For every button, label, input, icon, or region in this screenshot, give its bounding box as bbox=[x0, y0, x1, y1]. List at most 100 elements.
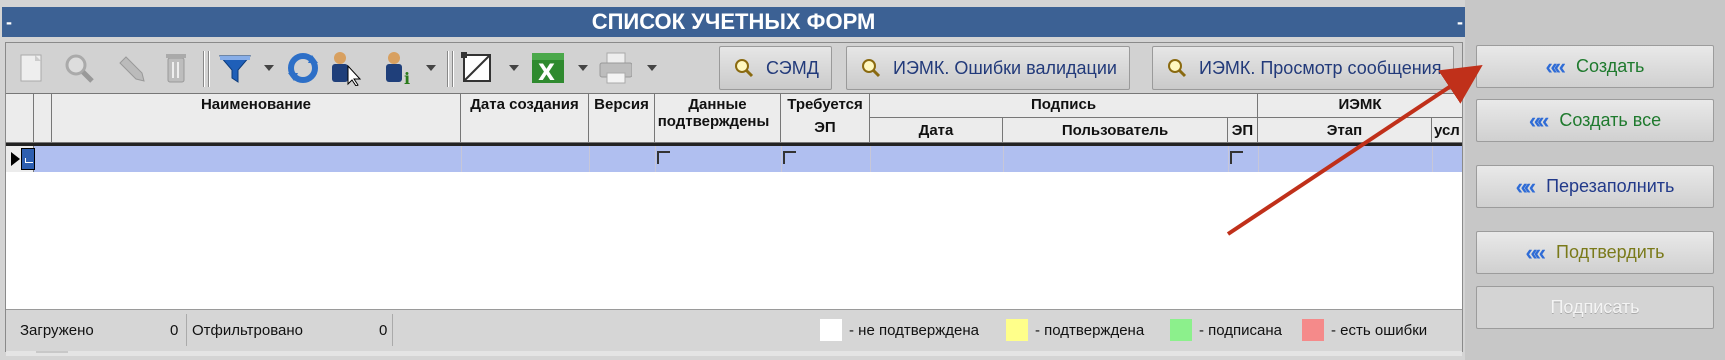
app-root: - СПИСОК УЧЕТНЫХ ФОРМ - i X СЭМД ИЭМК. О… bbox=[0, 0, 1725, 360]
page-title: СПИСОК УЧЕТНЫХ ФОРМ bbox=[591, 9, 876, 34]
frame-icon[interactable] bbox=[460, 51, 494, 85]
new-doc-icon[interactable] bbox=[14, 51, 48, 85]
row-indicator[interactable] bbox=[6, 146, 35, 172]
svg-text:X: X bbox=[538, 61, 555, 85]
status-separator bbox=[392, 314, 393, 346]
excel-icon[interactable]: X bbox=[530, 51, 564, 85]
legend-label-signed: - подписана bbox=[1199, 322, 1283, 339]
cell-divider bbox=[781, 146, 782, 172]
trash-icon[interactable] bbox=[159, 51, 193, 85]
validation-errors-button[interactable]: ИЭМК. Ошибки валидации bbox=[846, 46, 1130, 90]
view-message-button[interactable]: ИЭМК. Просмотр сообщения bbox=[1152, 46, 1455, 90]
double-chevron-left-icon: «« bbox=[1528, 107, 1550, 133]
col-header-iemk-stage[interactable]: Этап bbox=[1258, 118, 1432, 143]
forms-frame: i X СЭМД ИЭМК. Ошибки валидации ИЭМК. Пр… bbox=[5, 42, 1463, 356]
view-message-label: ИЭМК. Просмотр сообщения bbox=[1199, 57, 1442, 78]
cell-divider bbox=[1432, 146, 1433, 172]
cell-divider bbox=[1228, 146, 1229, 172]
col-header-version[interactable]: Версия bbox=[589, 94, 655, 143]
cell-divider bbox=[1258, 146, 1259, 172]
sign-button[interactable]: Подписать bbox=[1476, 286, 1714, 329]
create-all-button[interactable]: «« Создать все bbox=[1476, 99, 1714, 142]
title-dash-right: - bbox=[1457, 12, 1463, 32]
confirm-button-label: Подтвердить bbox=[1556, 242, 1665, 262]
create-button-label: Создать bbox=[1576, 56, 1645, 76]
pencil-icon[interactable] bbox=[114, 51, 148, 85]
printer-dropdown-icon[interactable] bbox=[647, 65, 657, 71]
confirm-button[interactable]: «« Подтвердить bbox=[1476, 231, 1714, 274]
toolbar-separator bbox=[447, 51, 449, 87]
excel-dropdown-icon[interactable] bbox=[578, 65, 588, 71]
user-info-dropdown-icon[interactable] bbox=[426, 65, 436, 71]
cell-divider bbox=[655, 146, 656, 172]
select-column-header[interactable] bbox=[34, 94, 52, 143]
refresh-icon[interactable] bbox=[286, 51, 320, 85]
col-header-requires-line2: ЭП bbox=[814, 119, 836, 136]
loaded-label: Загружено bbox=[20, 322, 94, 339]
col-header-iemk-more[interactable]: усл bbox=[1432, 118, 1462, 143]
cell-divider bbox=[1003, 146, 1004, 172]
requires-ep-checkbox[interactable] bbox=[783, 151, 796, 164]
toolbar: i X СЭМД ИЭМК. Ошибки валидации ИЭМК. Пр… bbox=[6, 43, 1462, 93]
filter-icon[interactable] bbox=[218, 51, 252, 85]
col-header-requires-line1: Требуется bbox=[787, 96, 863, 113]
user-info-icon[interactable]: i bbox=[381, 51, 415, 86]
search-icon bbox=[1168, 59, 1187, 78]
col-header-confirmed-line1: Данные bbox=[688, 96, 747, 113]
legend-label-unconfirmed: - не подтверждена bbox=[849, 322, 979, 339]
create-button[interactable]: «« Создать bbox=[1476, 45, 1714, 88]
col-group-signature: Подпись bbox=[870, 94, 1258, 118]
legend-swatch-signed bbox=[1170, 319, 1192, 341]
toolbar-separator bbox=[208, 51, 210, 87]
cell-divider bbox=[870, 146, 871, 172]
title-dash-left: - bbox=[6, 12, 12, 32]
col-header-sig-ep[interactable]: ЭП bbox=[1228, 118, 1258, 143]
legend-swatch-confirmed bbox=[1006, 319, 1028, 341]
sig-ep-checkbox[interactable] bbox=[1230, 151, 1243, 164]
double-chevron-left-icon: «« bbox=[1515, 173, 1537, 199]
col-header-confirmed[interactable]: Данные подтверждены bbox=[655, 94, 781, 143]
col-header-sig-date[interactable]: Дата bbox=[870, 118, 1003, 143]
svg-text:i: i bbox=[404, 69, 410, 86]
create-all-button-label: Создать все bbox=[1559, 110, 1662, 130]
col-header-sig-user[interactable]: Пользователь bbox=[1003, 118, 1228, 143]
forms-table: Наименование Дата создания Версия Данные… bbox=[6, 93, 1462, 356]
refill-button-label: Перезаполнить bbox=[1546, 176, 1675, 196]
toolbar-separator bbox=[203, 51, 205, 87]
validation-errors-label: ИЭМК. Ошибки валидации bbox=[893, 57, 1117, 78]
filtered-value: 0 bbox=[379, 322, 388, 339]
confirmed-checkbox[interactable] bbox=[657, 151, 670, 164]
refill-button[interactable]: «« Перезаполнить bbox=[1476, 165, 1714, 208]
double-chevron-left-icon: «« bbox=[1525, 239, 1547, 265]
user-cursor-icon[interactable] bbox=[328, 51, 362, 86]
col-header-created[interactable]: Дата создания bbox=[461, 94, 589, 143]
semd-button-label: СЭМД bbox=[766, 57, 819, 78]
search-icon bbox=[735, 59, 754, 78]
status-separator bbox=[186, 314, 187, 346]
filter-dropdown-icon[interactable] bbox=[264, 65, 274, 71]
legend-label-errors: - есть ошибки bbox=[1331, 322, 1428, 339]
frame-dropdown-icon[interactable] bbox=[509, 65, 519, 71]
search-icon bbox=[862, 59, 881, 78]
col-header-requires-ep[interactable]: Требуется ЭП bbox=[781, 94, 870, 143]
col-group-iemk: ИЭМК bbox=[1258, 94, 1462, 118]
row-select-checkbox[interactable] bbox=[21, 148, 35, 170]
sign-button-label: Подписать bbox=[1550, 297, 1640, 317]
col-header-confirmed-line2: подтверждены bbox=[657, 113, 770, 130]
cell-divider bbox=[589, 146, 590, 172]
forms-panel: - СПИСОК УЧЕТНЫХ ФОРМ - i X СЭМД ИЭМК. О… bbox=[0, 0, 1465, 360]
window-titlebar: - СПИСОК УЧЕТНЫХ ФОРМ - bbox=[2, 7, 1465, 37]
col-header-name[interactable]: Наименование bbox=[52, 94, 461, 143]
table-row[interactable] bbox=[34, 146, 1462, 172]
legend-swatch-errors bbox=[1302, 319, 1324, 341]
semd-button[interactable]: СЭМД bbox=[719, 46, 832, 90]
legend-label-confirmed: - подтверждена bbox=[1035, 322, 1145, 339]
filtered-label: Отфильтровано bbox=[192, 322, 303, 339]
magnifier-icon[interactable] bbox=[62, 51, 96, 85]
legend-swatch-unconfirmed bbox=[820, 319, 842, 341]
printer-icon[interactable] bbox=[598, 51, 632, 85]
status-bar: Загружено 0 Отфильтровано 0 - не подтвер… bbox=[6, 309, 1462, 351]
cell-divider bbox=[461, 146, 462, 172]
current-row-marker-icon bbox=[11, 152, 20, 166]
row-indicator-header bbox=[6, 94, 34, 143]
